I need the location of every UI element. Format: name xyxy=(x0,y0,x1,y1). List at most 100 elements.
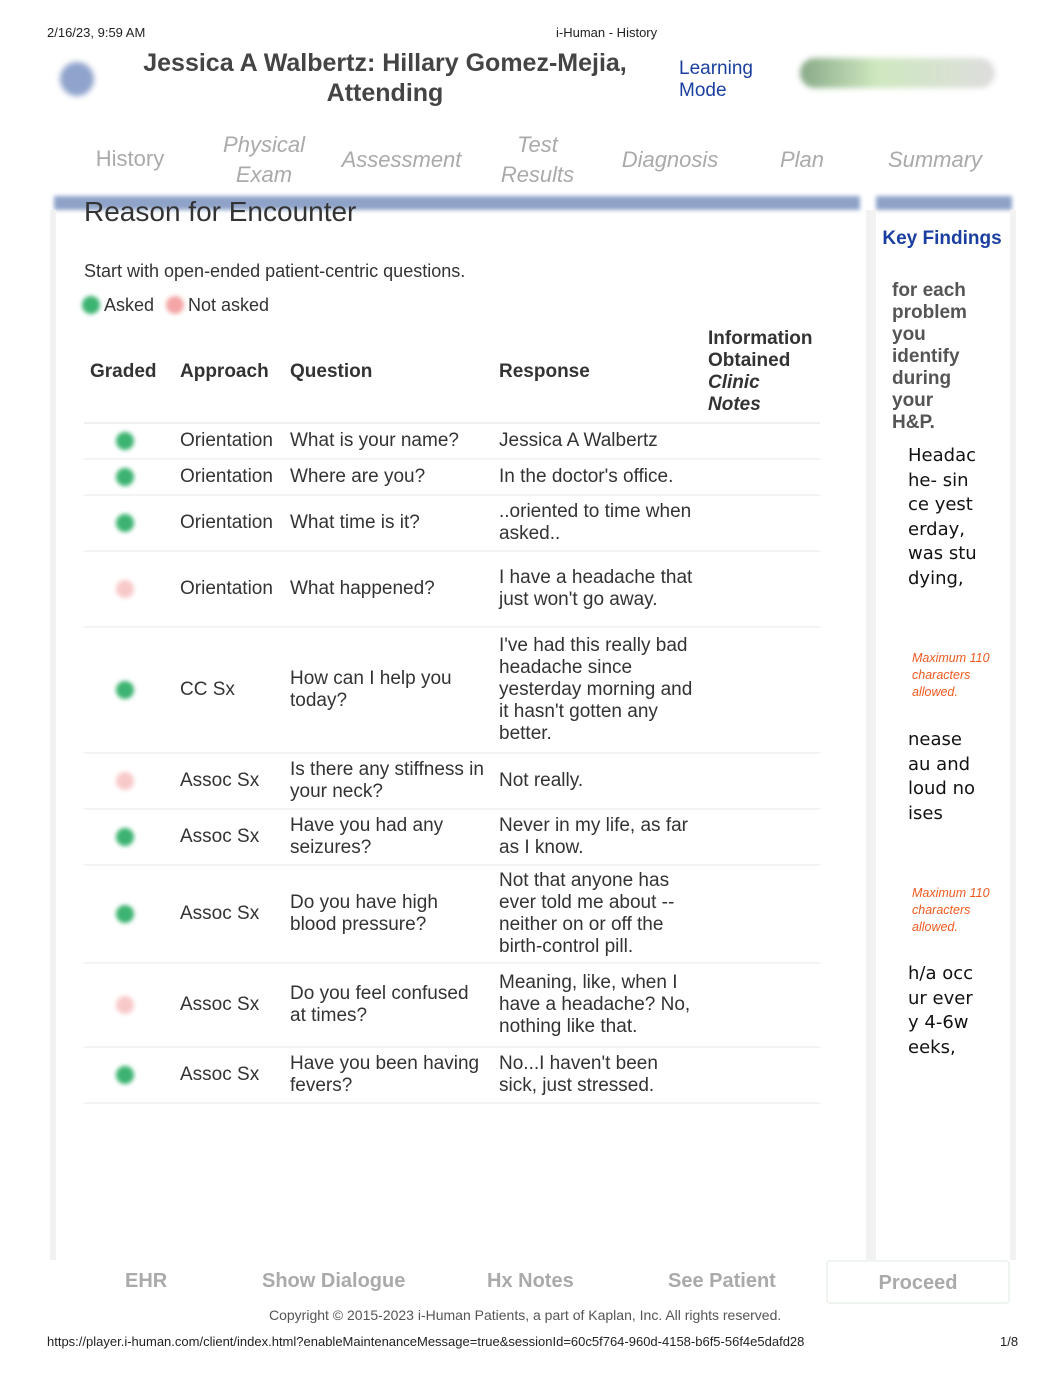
table-row: CC Sx How can I help you today? I've had… xyxy=(84,627,820,754)
asked-status-icon xyxy=(116,828,134,846)
info-cell xyxy=(702,551,820,628)
graded-cell xyxy=(84,495,174,552)
graded-cell xyxy=(84,1047,174,1104)
tab-assessment[interactable]: Assessment xyxy=(334,145,469,175)
graded-cell xyxy=(84,753,174,810)
response-cell: I have a headache that just won't go awa… xyxy=(493,551,702,628)
copyright: Copyright © 2015-2023 i-Human Patients, … xyxy=(269,1307,782,1323)
ehr-button[interactable]: EHR xyxy=(125,1270,167,1293)
max-chars-warning: Maximum 110 characters allowed. xyxy=(912,651,990,699)
info-header: Information Obtained xyxy=(708,328,813,371)
print-title: i-Human - History xyxy=(556,25,658,40)
response-cell: ..oriented to time when asked.. xyxy=(493,495,702,552)
tab-plan[interactable]: Plan xyxy=(770,145,834,175)
info-cell xyxy=(702,423,820,460)
question-cell: Have you been having fevers? xyxy=(284,1047,493,1104)
info-cell xyxy=(702,1047,820,1104)
show-dialogue-button[interactable]: Show Dialogue xyxy=(262,1270,405,1293)
question-cell: Is there any stiffness in your neck? xyxy=(284,753,493,810)
key-finding-note[interactable]: nease au and loud noises xyxy=(908,728,978,826)
info-cell xyxy=(702,865,820,964)
asked-status-icon xyxy=(116,905,134,923)
info-cell xyxy=(702,495,820,552)
section-title: Reason for Encounter xyxy=(84,196,357,227)
table-row: Assoc Sx Do you feel confused at times? … xyxy=(84,963,820,1048)
question-cell: How can I help you today? xyxy=(284,627,493,754)
approach-cell: Assoc Sx xyxy=(174,753,284,810)
tab-physical-exam[interactable]: Physical Exam xyxy=(214,130,314,190)
info-cell xyxy=(702,459,820,496)
graded-cell xyxy=(84,809,174,866)
response-cell: Jessica A Walbertz xyxy=(493,423,702,460)
graded-cell xyxy=(84,551,174,628)
graded-cell xyxy=(84,865,174,964)
tab-diagnosis[interactable]: Diagnosis xyxy=(610,145,730,175)
table-row: Assoc Sx Is there any stiffness in your … xyxy=(84,753,820,810)
not-asked-status-icon xyxy=(116,772,134,790)
info-cell xyxy=(702,753,820,810)
table-row: Assoc Sx Have you been having fevers? No… xyxy=(84,1047,820,1104)
see-patient-button[interactable]: See Patient xyxy=(668,1270,776,1293)
approach-cell: CC Sx xyxy=(174,627,284,754)
max-chars-warning: Maximum 110 characters allowed. xyxy=(912,886,990,934)
legend-not-asked: Not asked xyxy=(188,295,270,315)
asked-status-icon xyxy=(116,681,134,699)
question-cell: Where are you? xyxy=(284,459,493,496)
question-cell: What happened? xyxy=(284,551,493,628)
menu-icon[interactable] xyxy=(60,62,94,96)
approach-cell: Orientation xyxy=(174,459,284,496)
key-findings-title: Key Findings xyxy=(882,228,1002,249)
key-findings-bar xyxy=(876,196,1012,210)
tab-summary[interactable]: Summary xyxy=(876,145,994,175)
asked-status-icon xyxy=(116,1066,134,1084)
col-question: Question xyxy=(284,322,493,424)
table-row: Assoc Sx Have you had any seizures? Neve… xyxy=(84,809,820,866)
question-cell: Have you had any seizures? xyxy=(284,809,493,866)
instruction: Start with open-ended patient-centric qu… xyxy=(84,261,466,281)
info-cell xyxy=(702,627,820,754)
col-info: Information Obtained Clinic Notes xyxy=(702,322,820,424)
response-cell: I've had this really bad headache since … xyxy=(493,627,702,754)
response-cell: In the doctor's office. xyxy=(493,459,702,496)
page-number: 1/8 xyxy=(1000,1334,1019,1349)
brand-logo xyxy=(800,58,995,88)
print-url: https://player.i-human.com/client/index.… xyxy=(47,1334,805,1349)
key-finding-note[interactable]: h/a occur every 4-6weeks, xyxy=(908,962,978,1060)
learning-mode-link[interactable]: Learning Mode xyxy=(679,58,769,102)
table-row: Orientation What happened? I have a head… xyxy=(84,551,820,628)
col-response: Response xyxy=(493,322,702,424)
question-cell: What is your name? xyxy=(284,423,493,460)
tab-test-results[interactable]: Test Results xyxy=(490,130,585,190)
hx-notes-button[interactable]: Hx Notes xyxy=(487,1270,574,1293)
print-date: 2/16/23, 9:59 AM xyxy=(47,25,146,40)
table-row: Orientation Where are you? In the doctor… xyxy=(84,459,820,496)
response-cell: Never in my life, as far as I know. xyxy=(493,809,702,866)
graded-cell xyxy=(84,627,174,754)
response-cell: Not that anyone has ever told me about -… xyxy=(493,865,702,964)
clinic-notes-header: Clinic Notes xyxy=(708,372,761,415)
approach-cell: Orientation xyxy=(174,423,284,460)
approach-cell: Orientation xyxy=(174,551,284,628)
question-cell: Do you feel confused at times? xyxy=(284,963,493,1048)
response-cell: No...I haven't been sick, just stressed. xyxy=(493,1047,702,1104)
info-cell xyxy=(702,963,820,1048)
table-row: Assoc Sx Do you have high blood pressure… xyxy=(84,865,820,964)
question-cell: Do you have high blood pressure? xyxy=(284,865,493,964)
key-finding-note[interactable]: Headache- since yesterday, was studying, xyxy=(908,444,978,591)
proceed-button[interactable]: Proceed xyxy=(826,1260,1010,1304)
response-cell: Meaning, like, when I have a headache? N… xyxy=(493,963,702,1048)
question-cell: What time is it? xyxy=(284,495,493,552)
history-table: Graded Approach Question Response Inform… xyxy=(84,322,820,1104)
asked-status-icon xyxy=(116,514,134,532)
approach-cell: Assoc Sx xyxy=(174,809,284,866)
not-asked-status-icon xyxy=(116,580,134,598)
not-asked-status-icon xyxy=(116,996,134,1014)
legend-asked: Asked xyxy=(104,295,155,315)
asked-status-icon xyxy=(116,468,134,486)
approach-cell: Assoc Sx xyxy=(174,865,284,964)
tab-history[interactable]: History xyxy=(80,144,180,174)
asked-status-icon xyxy=(116,432,134,450)
key-findings-instruction: for each problem you identify during you… xyxy=(892,280,967,433)
info-cell xyxy=(702,809,820,866)
approach-cell: Assoc Sx xyxy=(174,1047,284,1104)
